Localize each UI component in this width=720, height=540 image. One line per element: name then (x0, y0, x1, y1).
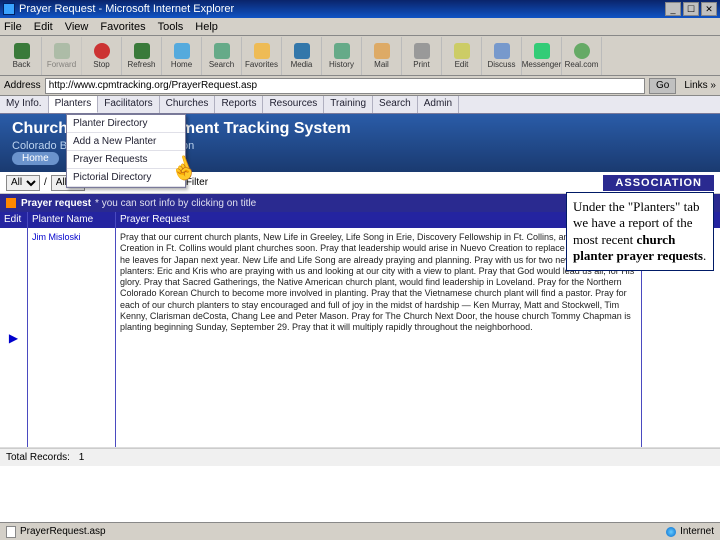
toolbar-print[interactable]: Print (402, 37, 442, 75)
window-title: Prayer Request - Microsoft Internet Expl… (19, 3, 234, 15)
menu-view[interactable]: View (65, 21, 89, 33)
status-zone: Internet (680, 526, 714, 537)
address-input[interactable] (45, 78, 645, 94)
home-icon (174, 43, 190, 59)
status-filename: PrayerRequest.asp (20, 526, 106, 537)
total-records: Total Records: 1 (0, 448, 720, 466)
links-label[interactable]: Links » (684, 80, 716, 91)
page-content: My Info. Planters Facilitators Churches … (0, 96, 720, 540)
media-icon (294, 43, 310, 59)
real-icon (574, 43, 590, 59)
toolbar-back[interactable]: Back (2, 37, 42, 75)
tab-training[interactable]: Training (324, 96, 373, 113)
planters-dropdown: Planter Directory Add a New Planter Pray… (66, 114, 186, 188)
internet-zone-icon (666, 527, 676, 537)
menu-help[interactable]: Help (195, 21, 218, 33)
tab-planters[interactable]: Planters (49, 96, 99, 113)
col-edit[interactable]: Edit (0, 212, 28, 228)
mail-icon (374, 43, 390, 59)
toolbar-media[interactable]: Media (282, 37, 322, 75)
cell-prayer-request: Pray that our current church plants, New… (116, 228, 642, 447)
messenger-icon (534, 43, 550, 59)
star-icon (254, 43, 270, 59)
status-page-icon (6, 526, 16, 538)
menu-file[interactable]: File (4, 21, 22, 33)
sort-hint: * you can sort info by clicking on title (95, 198, 256, 209)
toolbar-stop[interactable]: Stop (82, 37, 122, 75)
tab-resources[interactable]: Resources (263, 96, 324, 113)
tab-admin[interactable]: Admin (418, 96, 459, 113)
tab-facilitators[interactable]: Facilitators (98, 96, 159, 113)
col-prayer-request[interactable]: Prayer Request (116, 212, 642, 228)
association-badge: ASSOCIATION (603, 175, 714, 191)
section-title: Prayer request (21, 198, 91, 209)
browser-menu-bar: File Edit View Favorites Tools Help (0, 18, 720, 36)
toolbar-realcom[interactable]: Real.com (562, 37, 602, 75)
back-icon (14, 43, 30, 59)
annotation-callout: Under the "Planters" tab we have a repor… (566, 192, 714, 271)
stop-icon (94, 43, 110, 59)
cell-planter-name[interactable]: Jim Misloski (28, 228, 116, 447)
tab-churches[interactable]: Churches (160, 96, 216, 113)
home-button[interactable]: Home (12, 152, 59, 165)
toolbar-search[interactable]: Search (202, 37, 242, 75)
col-planter-name[interactable]: Planter Name (28, 212, 116, 228)
toolbar-favorites[interactable]: Favorites (242, 37, 282, 75)
toolbar-editpage[interactable]: Edit (442, 37, 482, 75)
edit-icon (454, 43, 470, 59)
toolbar-forward[interactable]: Forward (42, 37, 82, 75)
print-icon (414, 43, 430, 59)
dd-add-new-planter[interactable]: Add a New Planter (67, 133, 185, 151)
search-icon (214, 43, 230, 59)
menu-tools[interactable]: Tools (158, 21, 184, 33)
address-label: Address (4, 80, 41, 91)
browser-toolbar: Back Forward Stop Refresh Home Search Fa… (0, 36, 720, 76)
tab-search[interactable]: Search (373, 96, 418, 113)
dd-pictorial-directory[interactable]: Pictorial Directory (67, 169, 185, 187)
app-icon (3, 3, 15, 15)
tab-my-info[interactable]: My Info. (0, 96, 49, 113)
menu-edit[interactable]: Edit (34, 21, 53, 33)
tab-reports[interactable]: Reports (215, 96, 263, 113)
address-bar: Address Go Links » (0, 76, 720, 96)
go-button[interactable]: Go (649, 78, 676, 94)
refresh-icon (134, 43, 150, 59)
edit-row-icon[interactable]: ▶ (9, 331, 18, 345)
app-nav-tabs: My Info. Planters Facilitators Churches … (0, 96, 720, 114)
window-title-bar: Prayer Request - Microsoft Internet Expl… (0, 0, 720, 18)
forward-icon (54, 43, 70, 59)
history-icon (334, 43, 350, 59)
toolbar-mail[interactable]: Mail (362, 37, 402, 75)
browser-status-bar: PrayerRequest.asp Internet (0, 522, 720, 540)
toolbar-refresh[interactable]: Refresh (122, 37, 162, 75)
toolbar-history[interactable]: History (322, 37, 362, 75)
discuss-icon (494, 43, 510, 59)
toolbar-messenger[interactable]: Messenger (522, 37, 562, 75)
minimize-button[interactable]: _ (665, 2, 681, 16)
filter-assoc-select[interactable]: All (6, 175, 40, 191)
flag-icon (6, 198, 16, 208)
toolbar-home[interactable]: Home (162, 37, 202, 75)
menu-favorites[interactable]: Favorites (100, 21, 145, 33)
maximize-button[interactable]: ☐ (683, 2, 699, 16)
dd-planter-directory[interactable]: Planter Directory (67, 115, 185, 133)
toolbar-discuss[interactable]: Discuss (482, 37, 522, 75)
close-button[interactable]: ✕ (701, 2, 717, 16)
